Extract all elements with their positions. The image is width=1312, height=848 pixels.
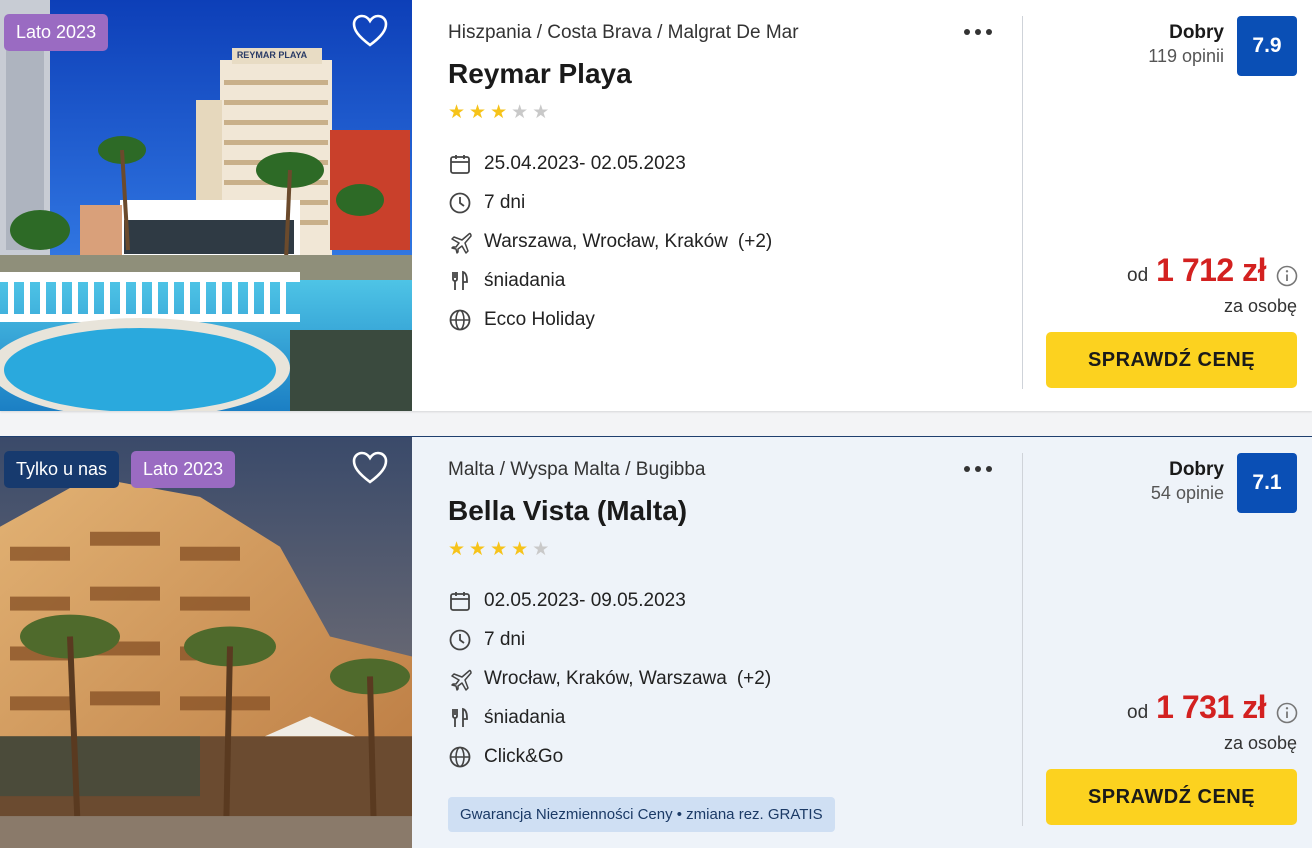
price-prefix: od <box>1127 702 1149 723</box>
offer-details: Hiszpania / Costa Brava / Malgrat De Mar… <box>412 0 1022 411</box>
plane-icon <box>451 232 472 254</box>
clock-icon <box>449 192 471 213</box>
star-filled-icon: ★ <box>469 102 487 123</box>
operator-text: Click&Go <box>484 745 564 767</box>
price-note: za osobę <box>1223 296 1297 316</box>
price-value: 1 712 zł <box>1156 252 1266 288</box>
plane-icon <box>451 669 472 691</box>
price-prefix: od <box>1127 265 1149 286</box>
offer-card[interactable]: Tylko u nas Lato 2023 Malta / Wyspa Malt… <box>0 436 1312 848</box>
price-guarantee-tag: Gwarancja Niezmienności Ceny • zmiana re… <box>448 797 835 832</box>
departures-text: Warszawa, Wrocław, Kraków <box>484 230 728 252</box>
hotel-photo-image <box>0 437 412 848</box>
more-options-icon[interactable] <box>964 459 996 479</box>
star-empty-icon: ★ <box>532 102 550 123</box>
rating-label: Dobry <box>1169 22 1224 43</box>
dates-text: 02.05.2023- 09.05.2023 <box>484 589 686 611</box>
star-filled-icon: ★ <box>511 539 529 560</box>
star-filled-icon: ★ <box>448 102 466 123</box>
star-filled-icon: ★ <box>448 539 466 560</box>
more-departures-link[interactable]: (+2) <box>738 231 772 253</box>
price-panel: Dobry 54 opinie 7.1 od 1 731 zł za osobę… <box>1022 453 1312 826</box>
hotel-photo-image: REYMAR PLAYA <box>0 0 412 411</box>
departures-row: Warszawa, Wrocław, Kraków (+2) <box>448 222 772 261</box>
check-price-button[interactable]: SPRAWDŹ CENĘ <box>1046 769 1297 825</box>
more-departures-link[interactable]: (+2) <box>737 668 771 690</box>
globe-icon <box>449 746 471 767</box>
duration-row: 7 dni <box>448 620 771 659</box>
reviews-count-link[interactable]: 54 opinie <box>1151 483 1224 504</box>
duration-text: 7 dni <box>484 191 526 213</box>
breadcrumb[interactable]: Hiszpania / Costa Brava / Malgrat De Mar <box>448 22 799 44</box>
departures-text: Wrocław, Kraków, Warszawa <box>484 667 727 689</box>
operator-text: Ecco Holiday <box>484 308 595 330</box>
hotel-name[interactable]: Reymar Playa <box>448 58 632 90</box>
breadcrumb[interactable]: Malta / Wyspa Malta / Bugibba <box>448 459 706 481</box>
badge-group: Tylko u nas Lato 2023 <box>4 451 236 488</box>
clock-icon <box>449 629 471 650</box>
price-panel: Dobry 119 opinii 7.9 od 1 712 zł za osob… <box>1022 16 1312 389</box>
check-price-button[interactable]: SPRAWDŹ CENĘ <box>1046 332 1297 388</box>
calendar-icon <box>450 591 470 611</box>
star-rating: ★ ★ ★ ★ ★ <box>448 103 549 123</box>
board-row: śniadania <box>448 261 772 300</box>
dates-text: 25.04.2023- 02.05.2023 <box>484 152 686 174</box>
rating-score-badge: 7.9 <box>1237 16 1297 76</box>
photo-sign: REYMAR PLAYA <box>237 50 308 60</box>
board-text: śniadania <box>484 269 566 291</box>
operator-row: Ecco Holiday <box>448 300 772 339</box>
rating-label: Dobry <box>1169 459 1224 480</box>
price-line: od 1 712 zł <box>1127 252 1266 289</box>
reviews-count-link[interactable]: 119 opinii <box>1148 46 1224 67</box>
star-filled-icon: ★ <box>490 102 508 123</box>
price-value: 1 731 zł <box>1156 689 1266 725</box>
rating-score-badge: 7.1 <box>1237 453 1297 513</box>
exclusive-badge: Tylko u nas <box>4 451 120 488</box>
offer-card[interactable]: REYMAR PLAYA Lato 2023 Hiszpania / Costa… <box>0 0 1312 411</box>
board-row: śniadania <box>448 698 771 737</box>
badge-group: Lato 2023 <box>4 14 109 51</box>
favorite-heart-icon[interactable] <box>352 14 388 48</box>
cutlery-icon <box>452 270 468 290</box>
season-badge: Lato 2023 <box>4 14 109 51</box>
operator-row: Click&Go <box>448 737 771 776</box>
cutlery-icon <box>452 707 468 727</box>
season-badge: Lato 2023 <box>131 451 236 488</box>
price-info-icon[interactable] <box>1276 702 1298 724</box>
price-note: za osobę <box>1223 733 1297 753</box>
hotel-photo[interactable]: Tylko u nas Lato 2023 <box>0 437 412 848</box>
dates-row: 25.04.2023- 02.05.2023 <box>448 144 772 183</box>
duration-text: 7 dni <box>484 628 526 650</box>
duration-row: 7 dni <box>448 183 772 222</box>
more-options-icon[interactable] <box>964 22 996 42</box>
star-empty-icon: ★ <box>511 102 529 123</box>
dates-row: 02.05.2023- 09.05.2023 <box>448 581 771 620</box>
hotel-photo[interactable]: REYMAR PLAYA Lato 2023 <box>0 0 412 411</box>
globe-icon <box>449 309 471 330</box>
star-filled-icon: ★ <box>490 539 508 560</box>
price-info-icon[interactable] <box>1276 265 1298 287</box>
star-empty-icon: ★ <box>532 539 550 560</box>
star-filled-icon: ★ <box>469 539 487 560</box>
hotel-name[interactable]: Bella Vista (Malta) <box>448 495 687 527</box>
favorite-heart-icon[interactable] <box>352 451 388 485</box>
calendar-icon <box>450 154 470 174</box>
star-rating: ★ ★ ★ ★ ★ <box>448 540 549 560</box>
offer-details: Malta / Wyspa Malta / Bugibba Bella Vist… <box>412 437 1022 848</box>
price-line: od 1 731 zł <box>1127 689 1266 726</box>
board-text: śniadania <box>484 706 566 728</box>
departures-row: Wrocław, Kraków, Warszawa (+2) <box>448 659 771 698</box>
